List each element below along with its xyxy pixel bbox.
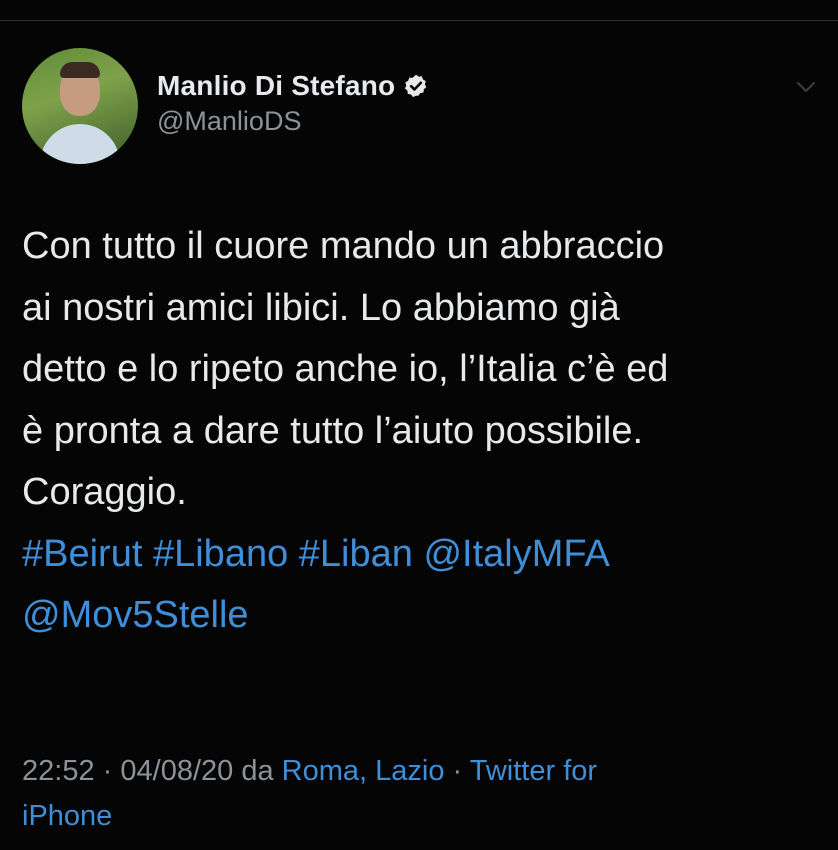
meta-separator: · (452, 755, 463, 787)
source-text: iPhone (22, 800, 113, 832)
author-handle[interactable]: @ManlioDS (157, 106, 429, 137)
hashtag-link[interactable]: #Liban (299, 533, 413, 575)
tweet-line: Con tutto il cuore mando un abbraccio (22, 225, 665, 267)
tweet-screenshot: Manlio Di Stefano @ManlioDS Con tutto il… (0, 0, 838, 850)
tweet-line: detto e lo ripeto anche io, l’Italia c’è… (22, 348, 669, 390)
tweet-date[interactable]: 04/08/20 (120, 755, 233, 787)
avatar-shirt (40, 124, 120, 164)
avatar-hair (60, 62, 100, 78)
top-divider (0, 20, 838, 21)
tweet-time[interactable]: 22:52 (22, 755, 95, 787)
tweet-meta: 22:52 · 04/08/20 da Roma, Lazio · Twitte… (22, 749, 802, 839)
mention-link[interactable]: @ItalyMFA (423, 533, 609, 575)
chevron-down-icon[interactable] (796, 80, 816, 94)
tweet-tags-line: @Mov5Stelle (22, 585, 822, 647)
name-row: Manlio Di Stefano (157, 70, 429, 102)
meta-da: da (241, 755, 274, 787)
meta-separator: · (102, 755, 113, 787)
tweet-line: è pronta a dare tutto l’aiuto possibile. (22, 409, 644, 452)
hashtag-link[interactable]: #Libano (153, 533, 288, 575)
tweet-tags-line: #Beirut #Libano #Liban @ItalyMFA (22, 524, 822, 586)
hashtag-link[interactable]: #Beirut (22, 533, 142, 575)
author-display-name[interactable]: Manlio Di Stefano (157, 70, 395, 102)
source-text: Twitter for (469, 755, 598, 787)
tweet-body: Con tutto il cuore mando un abbraccio ai… (22, 216, 822, 647)
tweet-header: Manlio Di Stefano @ManlioDS (22, 48, 429, 164)
mention-link[interactable]: @Mov5Stelle (22, 594, 249, 636)
tweet-line: ai nostri amici libici. Lo abbiamo già (22, 286, 620, 329)
author-names: Manlio Di Stefano @ManlioDS (157, 70, 429, 137)
verified-badge-icon (405, 74, 427, 97)
location-link[interactable]: Roma, Lazio (282, 755, 445, 787)
tweet-line: Coraggio. (22, 471, 187, 513)
avatar[interactable] (22, 48, 138, 164)
